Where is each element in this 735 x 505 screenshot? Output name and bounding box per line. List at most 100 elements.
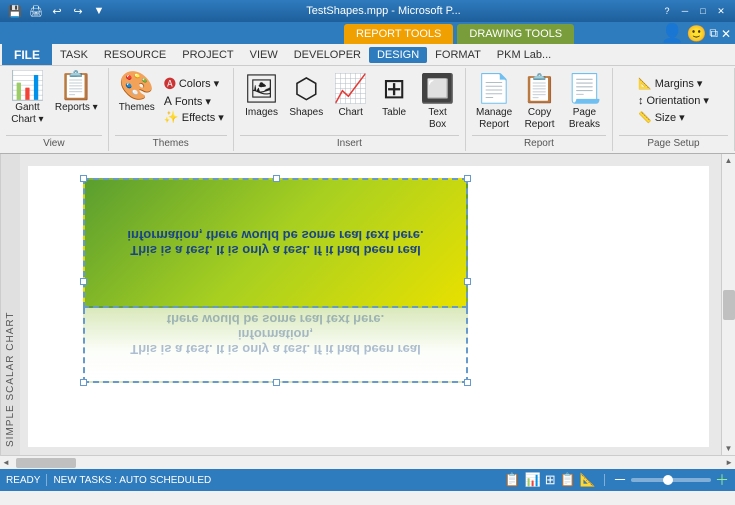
window-controls: ? ─ □ ✕ [659,4,729,18]
gantt-chart-button[interactable]: 📊 GanttChart ▾ [6,70,49,128]
format-menu[interactable]: FORMAT [427,47,489,63]
text-box-reflection: This is a test. It is only a test. If it… [83,308,468,383]
restore-btn[interactable]: ⧉ [709,26,718,41]
copy-report-button[interactable]: 📋 CopyReport [518,70,561,133]
text-box-main[interactable]: This is a test. It is only a test. If it… [83,178,468,308]
scroll-up-arrow[interactable]: ▲ [723,154,735,167]
handle-tl[interactable] [80,175,87,182]
project-menu[interactable]: PROJECT [174,47,241,63]
report-group: 📄 ManageReport 📋 CopyReport 📃 PageBreaks… [466,68,613,151]
text-box-button[interactable]: 🔲 TextBox [416,70,459,133]
manage-report-button[interactable]: 📄 ManageReport [472,70,516,133]
handle-bm[interactable] [273,379,280,386]
status-icon-3[interactable]: ⊞ [545,472,556,488]
chart-button[interactable]: 📈 Chart [329,70,372,121]
page-setup-content: 📐 Margins ▾ ↕ Orientation ▾ 📏 Size ▾ [635,76,712,133]
table-button[interactable]: ⊞ Table [374,70,414,121]
zoom-minus-btn[interactable]: － [613,470,627,490]
status-icon-1[interactable]: 📋 [504,472,520,488]
resource-menu[interactable]: RESOURCE [96,47,174,63]
table-label: Table [382,107,406,119]
text-box-container[interactable]: This is a test. It is only a test. If it… [83,178,468,383]
scroll-right-arrow[interactable]: ► [723,456,735,469]
menu-bar: FILE TASK RESOURCE PROJECT VIEW DEVELOPE… [0,44,735,66]
fonts-button[interactable]: A Fonts ▾ [161,93,214,109]
design-menu[interactable]: DESIGN [369,47,427,63]
handle-ml[interactable] [80,278,87,285]
tasks-status: NEW TASKS : AUTO SCHEDULED [53,475,211,486]
zoom-handle[interactable] [663,475,673,485]
status-icon-2[interactable]: 📊 [525,472,541,488]
task-menu[interactable]: TASK [52,47,96,63]
drawing-tools-tab[interactable]: DRAWING TOOLS [457,24,574,44]
view-menu[interactable]: VIEW [242,47,286,63]
margins-label: Margins ▾ [655,77,703,90]
images-button[interactable]: 🖼 Images [240,70,284,121]
images-icon: 🖼 [244,72,280,105]
manage-report-icon: 📄 [477,72,512,105]
vertical-scrollbar[interactable]: ▲ ▼ [721,154,735,455]
reports-button[interactable]: 📋 Reports ▾ [51,70,102,116]
shapes-button[interactable]: ⬡ Shapes [285,70,327,121]
colors-icon: 🅐 [164,75,176,92]
colors-button[interactable]: 🅐 Colors ▾ [161,74,222,93]
reports-label: Reports ▾ [55,102,98,114]
themes-group-content: 🎨 Themes 🅐 Colors ▾ A Fonts ▾ ✨ Effects … [115,70,227,133]
status-divider-2 [604,474,605,486]
handle-mr[interactable] [464,278,471,285]
report-tools-tab[interactable]: REPORT TOOLS [344,24,453,44]
horizontal-scrollbar[interactable]: ◄ ► [0,455,735,469]
themes-label: Themes [119,102,155,114]
help-button[interactable]: ? [659,4,675,18]
report-group-content: 📄 ManageReport 📋 CopyReport 📃 PageBreaks [472,70,606,133]
handle-bl[interactable] [80,379,87,386]
scroll-thumb-v[interactable] [723,290,735,320]
status-icon-5[interactable]: 📐 [580,472,596,488]
page-setup-group-label: Page Setup [619,135,728,149]
dropdown-button[interactable]: ▼ [90,3,108,19]
minimize-button[interactable]: ─ [677,4,693,18]
copy-report-label: CopyReport [525,107,555,131]
gantt-chart-label: GanttChart ▾ [11,102,43,126]
handle-tr[interactable] [464,175,471,182]
handle-br[interactable] [464,379,471,386]
text-box-icon: 🔲 [420,72,455,105]
quick-access-toolbar: 💾 🖨 ↩ ↪ ▼ [6,0,108,22]
scroll-left-arrow[interactable]: ◄ [0,456,12,469]
text-reflection: This is a test. It is only a test. If it… [101,312,450,357]
status-divider [46,474,47,486]
themes-small-group: 🅐 Colors ▾ A Fonts ▾ ✨ Effects ▾ [161,74,227,125]
close-button[interactable]: ✕ [713,4,729,18]
pkm-menu[interactable]: PKM Lab... [489,47,559,63]
user-icon[interactable]: 👤 [661,23,683,44]
save-button[interactable]: 💾 [6,3,24,19]
manage-report-label: ManageReport [476,107,512,131]
view-group-label: View [6,135,102,149]
margins-button[interactable]: 📐 Margins ▾ [635,76,705,91]
undo-button[interactable]: ↩ [48,3,66,19]
effects-label: Effects ▾ [182,111,224,124]
shapes-icon: ⬡ [294,72,318,105]
effects-button[interactable]: ✨ Effects ▾ [161,109,227,125]
redo-button[interactable]: ↪ [69,3,87,19]
print-button[interactable]: 🖨 [27,3,45,19]
zoom-track[interactable] [631,478,711,482]
size-button[interactable]: 📏 Size ▾ [635,110,688,125]
status-icon-4[interactable]: 📋 [560,472,576,488]
scroll-thumb-h[interactable] [16,458,76,468]
ribbon: 📊 GanttChart ▾ 📋 Reports ▾ View 🎨 Themes… [0,66,735,154]
orientation-button[interactable]: ↕ Orientation ▾ [635,93,712,108]
handle-tm[interactable] [273,175,280,182]
zoom-plus-btn[interactable]: ＋ [715,470,729,490]
smiley-icon[interactable]: 🙂 [686,24,706,44]
scroll-down-arrow[interactable]: ▼ [723,442,735,455]
close-ribbon-btn[interactable]: ✕ [721,27,731,41]
report-group-label: Report [472,135,606,149]
file-menu[interactable]: FILE [2,44,52,65]
page-breaks-button[interactable]: 📃 PageBreaks [563,70,606,133]
developer-menu[interactable]: DEVELOPER [286,47,369,63]
maximize-button[interactable]: □ [695,4,711,18]
chart-label: Chart [338,107,362,119]
themes-button[interactable]: 🎨 Themes [115,70,159,116]
ready-status: READY [6,475,40,486]
